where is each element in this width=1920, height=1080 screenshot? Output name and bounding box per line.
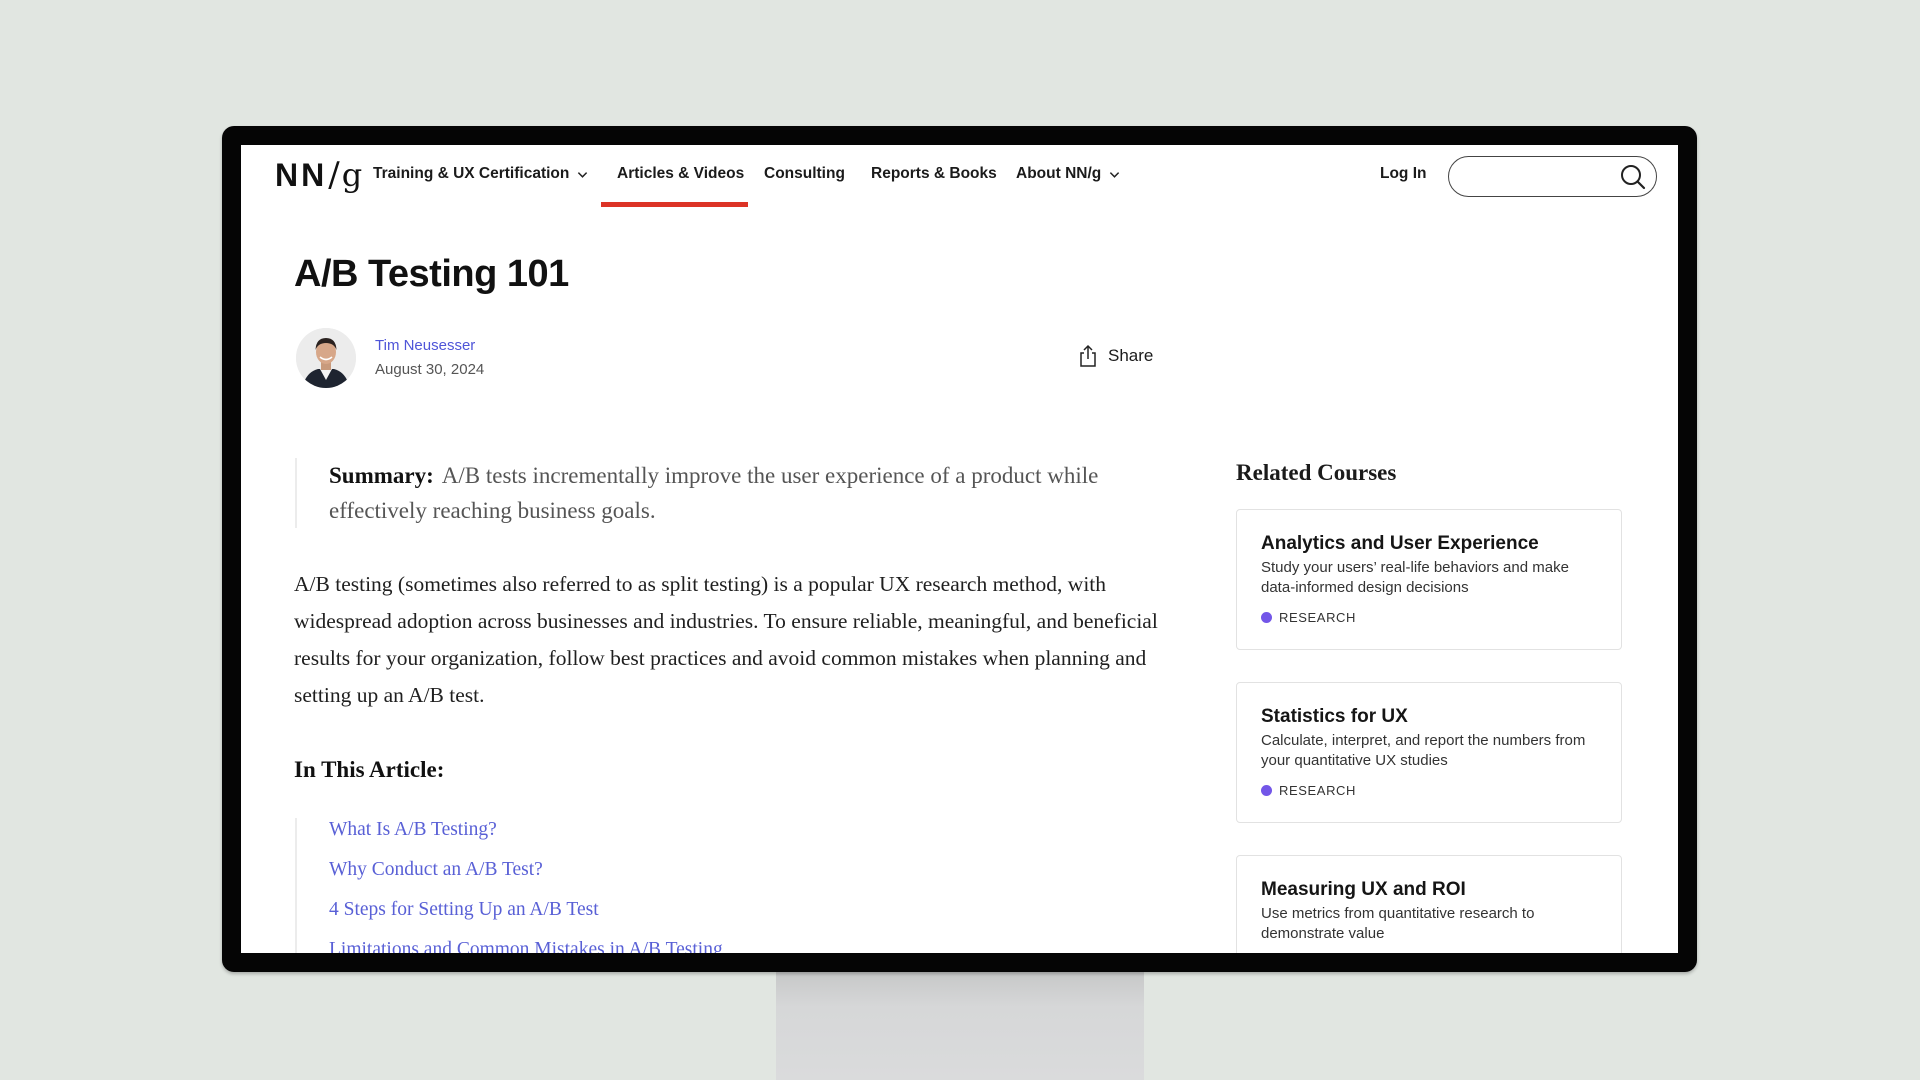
article-summary: Summary: A/B tests incrementally improve … <box>295 458 1175 528</box>
active-tab-indicator <box>601 202 748 207</box>
author-avatar[interactable] <box>296 328 356 388</box>
browser-screen: NN / g Training & UX Certification Artic… <box>241 145 1678 953</box>
nav-item-articles-videos[interactable]: Articles & Videos <box>617 165 744 183</box>
nng-logo[interactable]: NN / g <box>275 155 363 195</box>
monitor-stand <box>776 968 1144 1080</box>
course-tag: RESEARCH <box>1261 610 1597 625</box>
summary-text: A/B tests incrementally improve the user… <box>329 463 1099 523</box>
nav-item-label: Training & UX Certification <box>373 165 570 182</box>
chevron-down-icon <box>578 171 588 178</box>
toc-link[interactable]: 4 Steps for Setting Up an A/B Test <box>329 898 723 938</box>
login-link[interactable]: Log In <box>1380 165 1427 183</box>
nav-item-label: About NN/g <box>1016 165 1102 182</box>
nav-item-label: Articles & Videos <box>617 165 745 182</box>
toc-heading: In This Article: <box>294 757 445 782</box>
author-photo <box>296 328 356 388</box>
related-courses-heading: Related Courses <box>1236 460 1397 485</box>
share-button[interactable]: Share <box>1078 344 1153 368</box>
course-card[interactable]: Measuring UX and ROI Use metrics from qu… <box>1236 855 1622 953</box>
category-dot-icon <box>1261 785 1272 796</box>
share-icon <box>1080 344 1096 367</box>
chevron-down-icon <box>1110 171 1120 178</box>
nav-item-training[interactable]: Training & UX Certification <box>373 165 588 183</box>
author-link[interactable]: Tim Neusesser <box>375 337 475 354</box>
article-intro-paragraph: A/B testing (sometimes also referred to … <box>294 572 1158 707</box>
category-dot-icon <box>1261 612 1272 623</box>
top-navigation: NN / g Training & UX Certification Artic… <box>241 145 1678 215</box>
logo-nn: NN <box>275 157 328 193</box>
course-description: Study your users’ real-life behaviors an… <box>1261 559 1569 596</box>
course-title: Measuring UX and ROI <box>1261 879 1466 900</box>
course-card[interactable]: Statistics for UX Calculate, interpret, … <box>1236 682 1622 823</box>
course-tag: RESEARCH <box>1261 783 1597 798</box>
share-label: Share <box>1108 346 1154 365</box>
search-input[interactable] <box>1448 156 1657 197</box>
nav-item-consulting[interactable]: Consulting <box>764 165 845 183</box>
course-tag-label: RESEARCH <box>1279 783 1357 798</box>
publish-date: August 30, 2024 <box>375 361 485 378</box>
toc-link[interactable]: Why Conduct an A/B Test? <box>329 858 723 898</box>
toc-link[interactable]: What Is A/B Testing? <box>329 818 723 858</box>
course-description: Calculate, interpret, and report the num… <box>1261 732 1586 769</box>
nav-item-label: Reports & Books <box>871 165 997 182</box>
course-title: Statistics for UX <box>1261 706 1408 727</box>
toc-link[interactable]: Limitations and Common Mistakes in A/B T… <box>329 938 723 953</box>
course-tag-label: RESEARCH <box>1279 610 1357 625</box>
logo-g: g <box>341 156 364 194</box>
page-title: A/B Testing 101 <box>294 253 569 295</box>
search-icon[interactable] <box>1619 163 1647 191</box>
course-card[interactable]: Analytics and User Experience Study your… <box>1236 509 1622 650</box>
logo-slash: / <box>328 155 341 195</box>
nav-item-reports-books[interactable]: Reports & Books <box>871 165 997 183</box>
course-title: Analytics and User Experience <box>1261 533 1539 554</box>
nav-item-label: Consulting <box>764 165 845 182</box>
course-description: Use metrics from quantitative research t… <box>1261 905 1535 942</box>
nav-item-about[interactable]: About NN/g <box>1016 165 1120 183</box>
table-of-contents: What Is A/B Testing? Why Conduct an A/B … <box>295 818 723 953</box>
summary-label: Summary: <box>329 463 434 488</box>
